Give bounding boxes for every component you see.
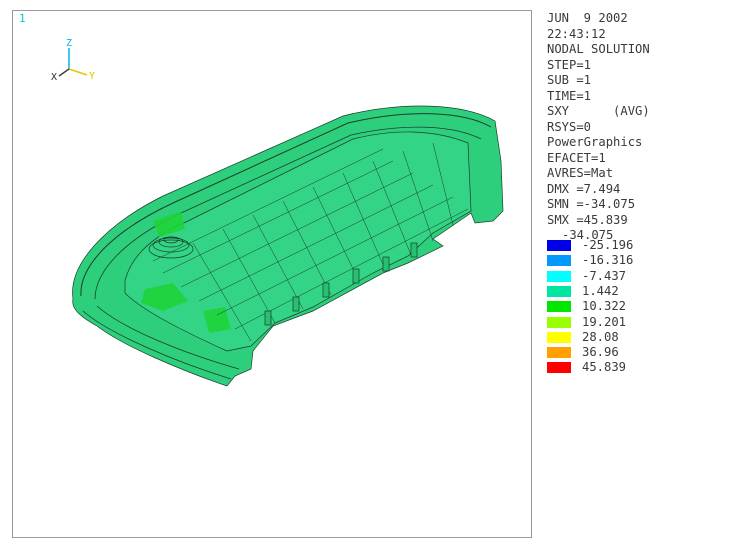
solution-info-panel: JUN 9 2002 22:43:12 NODAL SOLUTION STEP=1 SU… [547, 11, 650, 228]
legend-entry: 10.322 [547, 299, 727, 314]
legend-swatch [547, 285, 571, 297]
info-line: SMX =45.839 [547, 212, 628, 227]
info-line: TIME=1 [547, 88, 592, 103]
legend-value: -16.316 [582, 253, 634, 268]
legend-swatch [547, 240, 571, 251]
legend-entry: 36.96 [547, 345, 727, 360]
legend-swatch [547, 270, 571, 282]
legend-value: 19.201 [582, 314, 627, 329]
graphics-viewport[interactable]: 1 Z Y X [12, 10, 532, 538]
legend-entry: 19.201 [547, 315, 727, 330]
legend-entry: -16.316 [547, 253, 727, 268]
info-line: SUB =1 [547, 73, 592, 87]
legend-swatch [547, 255, 571, 267]
info-line: SMN =-34.075 [547, 197, 636, 211]
legend-value: 28.08 [582, 329, 619, 344]
fem-model [72, 105, 504, 387]
info-line: STEP=1 [547, 57, 592, 72]
legend-entry: 45.839 [547, 360, 727, 375]
legend-entry: 28.08 [547, 330, 727, 345]
info-line: RSYS=0 [547, 119, 592, 134]
legend-value: 45.839 [582, 360, 627, 375]
legend-swatch [547, 331, 571, 343]
legend-entry: -25.196 [547, 238, 727, 253]
info-line: EFACET=1 [547, 150, 606, 165]
legend-entry: 1.442 [547, 284, 727, 299]
model-shell [72, 105, 504, 387]
info-line: NODAL SOLUTION [547, 42, 650, 56]
legend-swatch [547, 301, 571, 313]
legend-entry: -7.437 [547, 269, 727, 284]
info-line: 22:43:12 [547, 26, 606, 41]
legend-value: 10.322 [582, 299, 627, 314]
legend-swatch [547, 362, 571, 374]
info-line: JUN 9 2002 [547, 11, 628, 25]
legend-value: 36.96 [582, 345, 619, 360]
legend-value: -25.196 [582, 238, 634, 252]
legend-swatch [547, 316, 571, 328]
info-line: AVRES=Mat [547, 166, 614, 180]
info-line: PowerGraphics [547, 135, 643, 149]
info-line: SXY (AVG) [547, 104, 650, 118]
info-line: DMX =7.494 [547, 181, 621, 196]
legend-value: -7.437 [582, 268, 627, 283]
legend-value: 1.442 [582, 283, 619, 298]
legend-swatch [547, 347, 571, 359]
